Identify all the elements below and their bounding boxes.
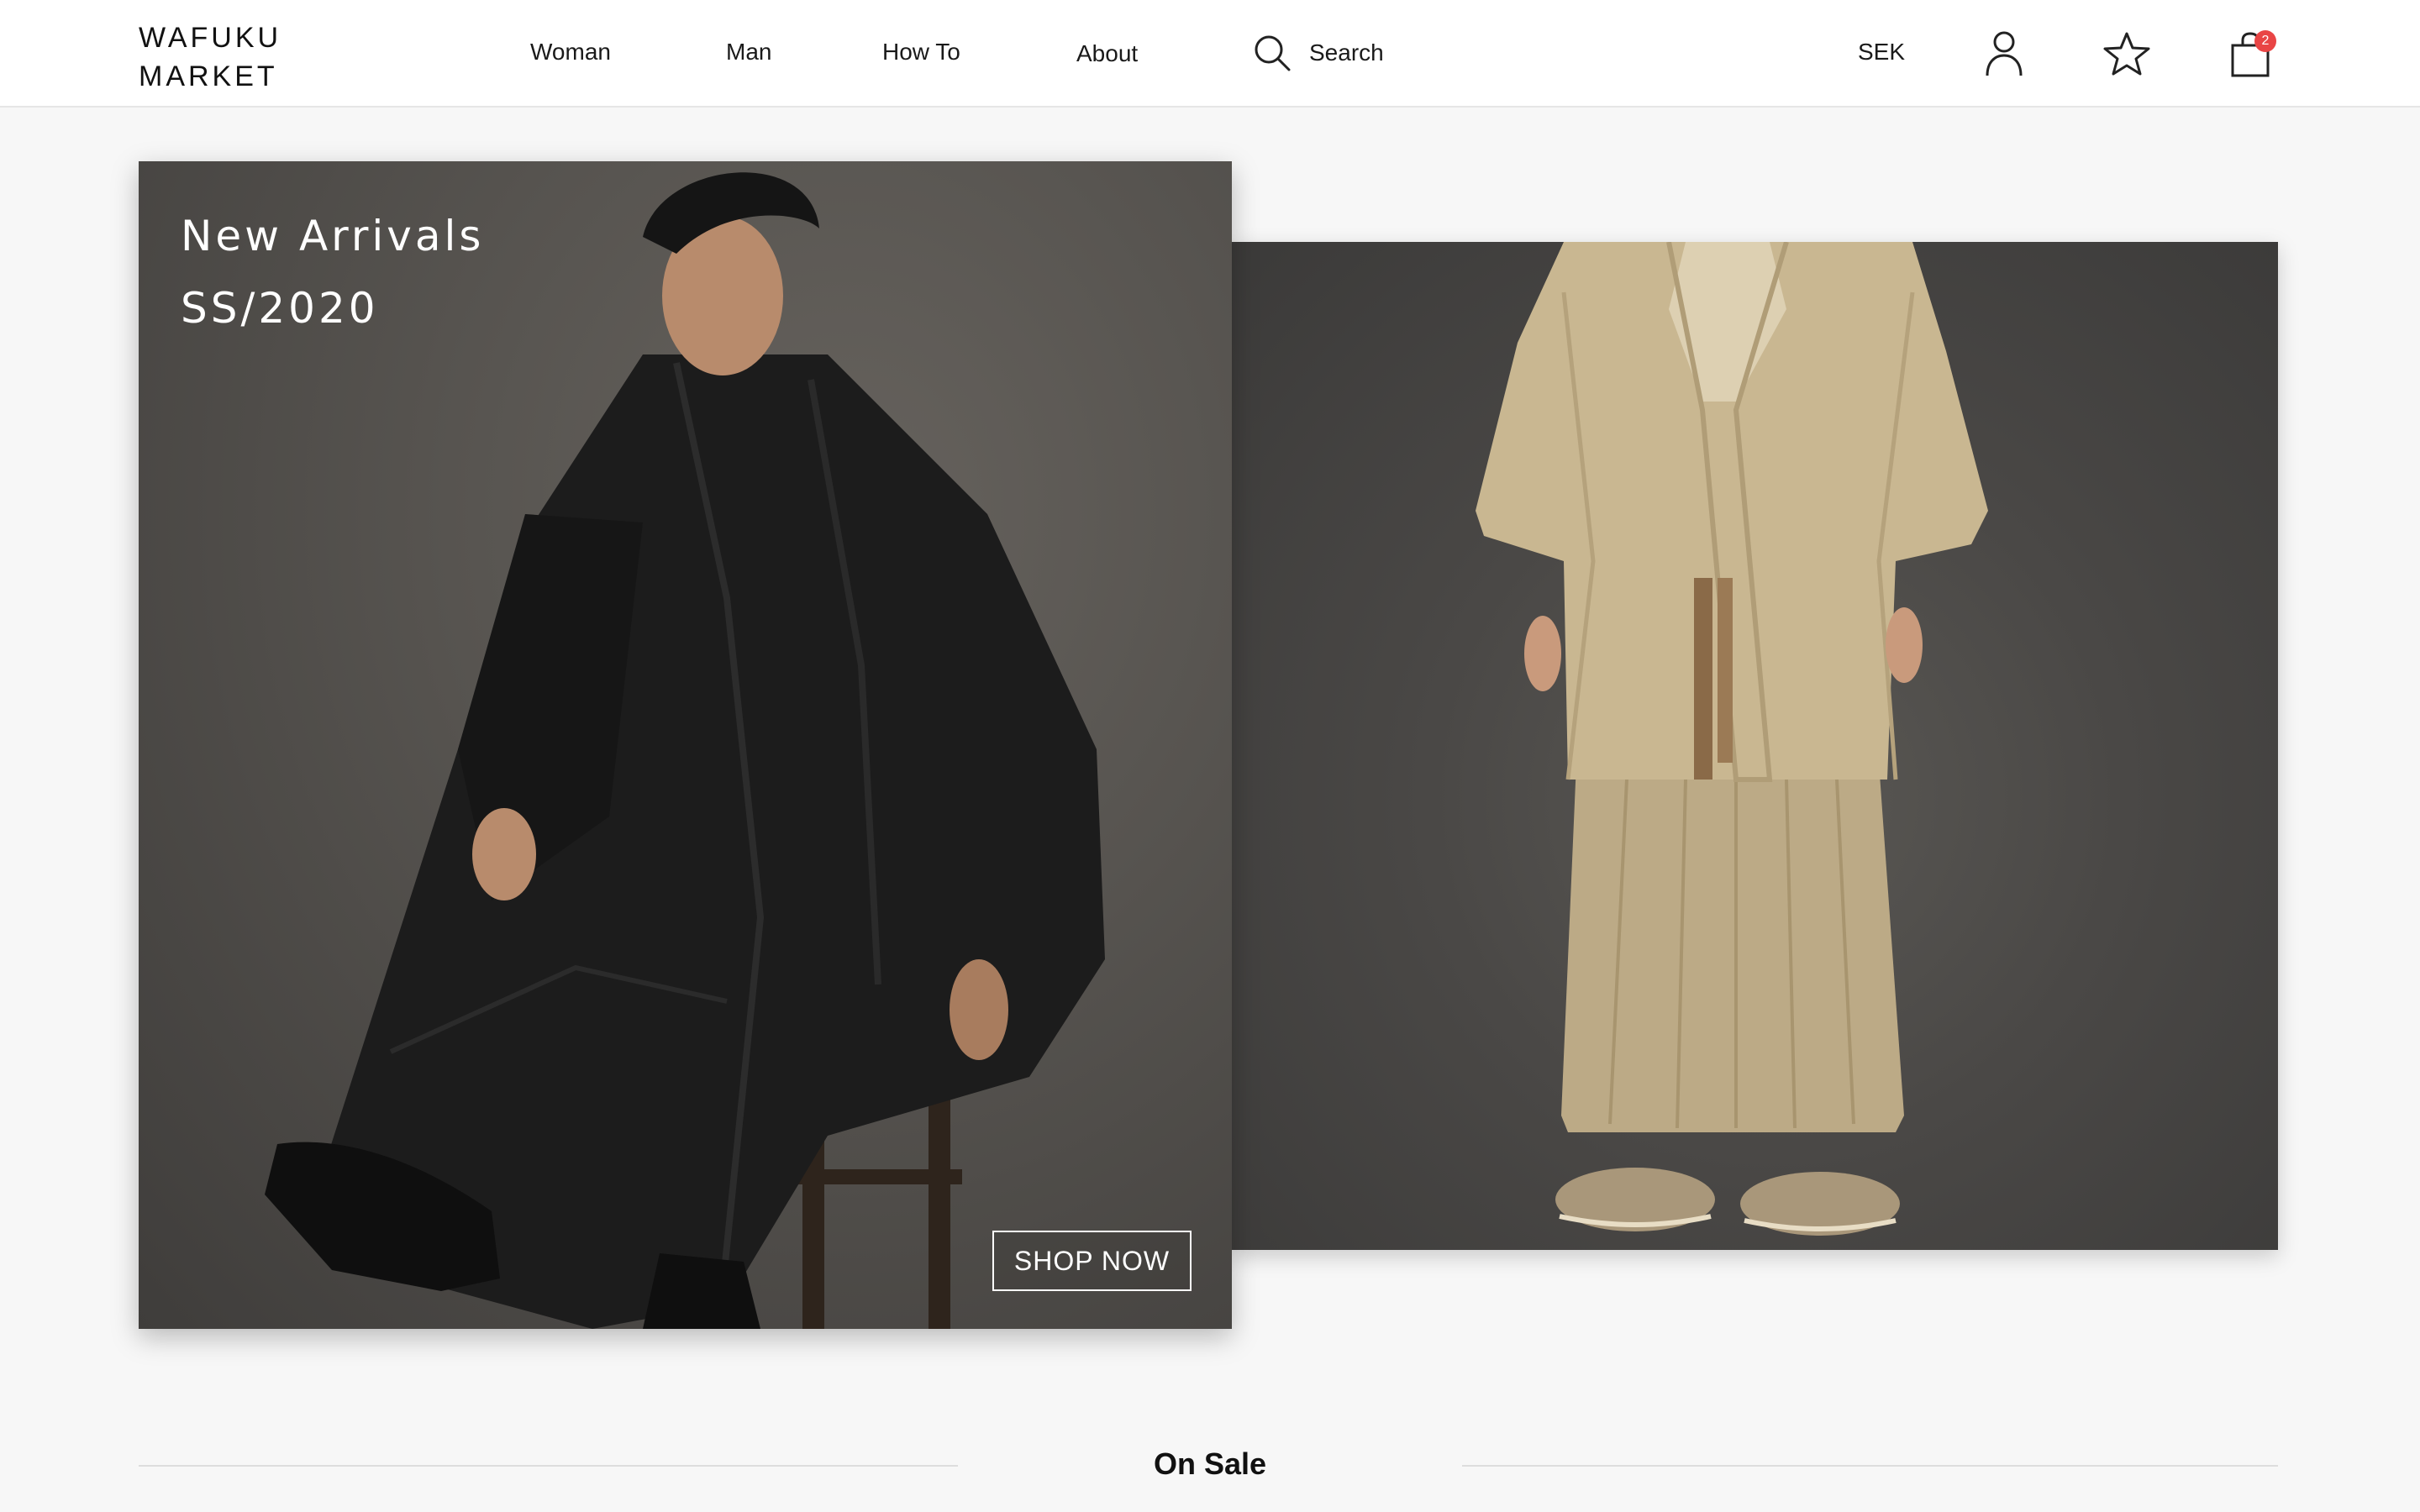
site-header: WAFUKU MARKET Woman Man How To About Sea… [0, 0, 2420, 108]
brand-logo[interactable]: WAFUKU MARKET [139, 18, 281, 96]
section-divider-right [1462, 1465, 2278, 1467]
cart-button[interactable]: 2 [2230, 30, 2276, 77]
section-title: On Sale [1153, 1446, 1267, 1481]
currency-selector[interactable]: SEK [1858, 39, 1905, 66]
brand-logo-line2: MARKET [139, 60, 278, 92]
user-icon [1986, 31, 2023, 76]
nav-link-woman[interactable]: Woman [530, 39, 611, 66]
shop-now-button[interactable]: SHOP NOW [992, 1231, 1192, 1291]
star-icon [2103, 32, 2150, 76]
cart-count-badge: 2 [2254, 30, 2276, 52]
search-icon [1255, 35, 1291, 71]
nav-link-how-to[interactable]: How To [882, 39, 960, 66]
section-divider-left [139, 1465, 958, 1467]
search-button[interactable]: Search [1252, 32, 1384, 74]
nav-link-about[interactable]: About [1076, 40, 1138, 67]
hero-title-line2: SS/2020 [181, 284, 379, 333]
beige-kimono-illustration [1476, 242, 1988, 1236]
account-button[interactable] [1985, 30, 2023, 77]
hero-image-beige-outfit[interactable] [1232, 242, 2278, 1250]
hero-title-line1: New Arrivals [181, 212, 485, 260]
nav-link-man[interactable]: Man [726, 39, 771, 66]
hero-image-black-outfit[interactable]: New Arrivals SS/2020 SHOP NOW [139, 161, 1232, 1329]
wishlist-button[interactable] [2102, 31, 2151, 76]
hero-title: New Arrivals SS/2020 [181, 200, 484, 344]
brand-logo-line1: WAFUKU [139, 22, 282, 54]
search-label: Search [1309, 39, 1384, 66]
